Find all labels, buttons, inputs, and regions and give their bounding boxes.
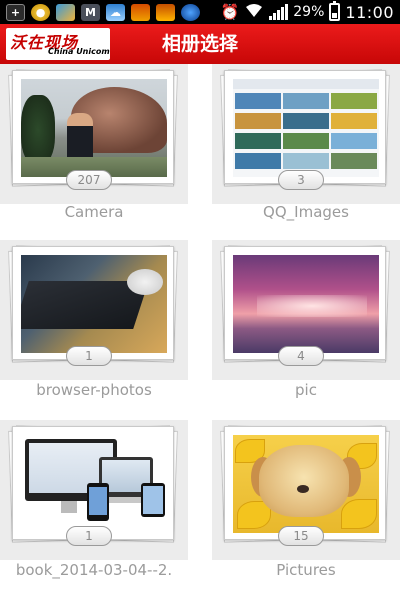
album-grid: 207 Camera 3 QQ_Images 1 browser-photos … (0, 64, 400, 600)
album-count-badge: 15 (278, 526, 324, 546)
battery-icon (329, 1, 341, 21)
album-cover-photo (21, 79, 167, 177)
album-name-label: QQ_Images (263, 203, 349, 221)
globe-icon (181, 3, 200, 21)
album-name-label: Camera (64, 203, 124, 221)
album-name-label: browser-photos (36, 381, 152, 399)
album-tile-book[interactable]: 1 (0, 420, 188, 560)
album-cover-photo (21, 255, 167, 353)
plus-icon: + (6, 3, 25, 21)
album-cover-photo (21, 435, 167, 533)
mail-icon: M (81, 3, 100, 21)
wifi-icon (244, 2, 264, 22)
album-cover-photo (233, 79, 379, 177)
album-cover-photo (233, 255, 379, 353)
app-header: 沃在现场 China Unicom 相册选择 (0, 24, 400, 64)
clock: 11:00 (345, 2, 394, 22)
album-name-label: pic (295, 381, 317, 399)
album-cover-photo (233, 435, 379, 533)
status-bar: + ● M ☁ ⏰ 29% 11:00 (0, 0, 400, 24)
album-count-badge: 207 (66, 170, 112, 190)
page-title: 相册选择 (161, 33, 238, 55)
album-count-badge: 3 (278, 170, 324, 190)
album-count-badge: 4 (278, 346, 324, 366)
coin-icon: ● (31, 3, 50, 21)
album-tile-pictures[interactable]: 15 (212, 420, 400, 560)
signal-icon (269, 4, 289, 20)
album-tile-qq-images[interactable]: 3 (212, 64, 400, 204)
app-icon (156, 3, 175, 21)
album-tile-browser-photos[interactable]: 1 (0, 240, 188, 380)
alarm-icon: ⏰ (220, 3, 240, 21)
browser-icon (56, 3, 75, 21)
app-icon (131, 3, 150, 21)
battery-percent: 29% (293, 4, 325, 20)
album-name-label: book_2014-03-04--2. (15, 561, 173, 579)
album-tile-camera[interactable]: 207 (0, 64, 188, 204)
weather-icon: ☁ (106, 3, 125, 21)
album-count-badge: 1 (66, 346, 112, 366)
album-name-label: Pictures (276, 561, 336, 579)
album-count-badge: 1 (66, 526, 112, 546)
album-tile-pic[interactable]: 4 (212, 240, 400, 380)
